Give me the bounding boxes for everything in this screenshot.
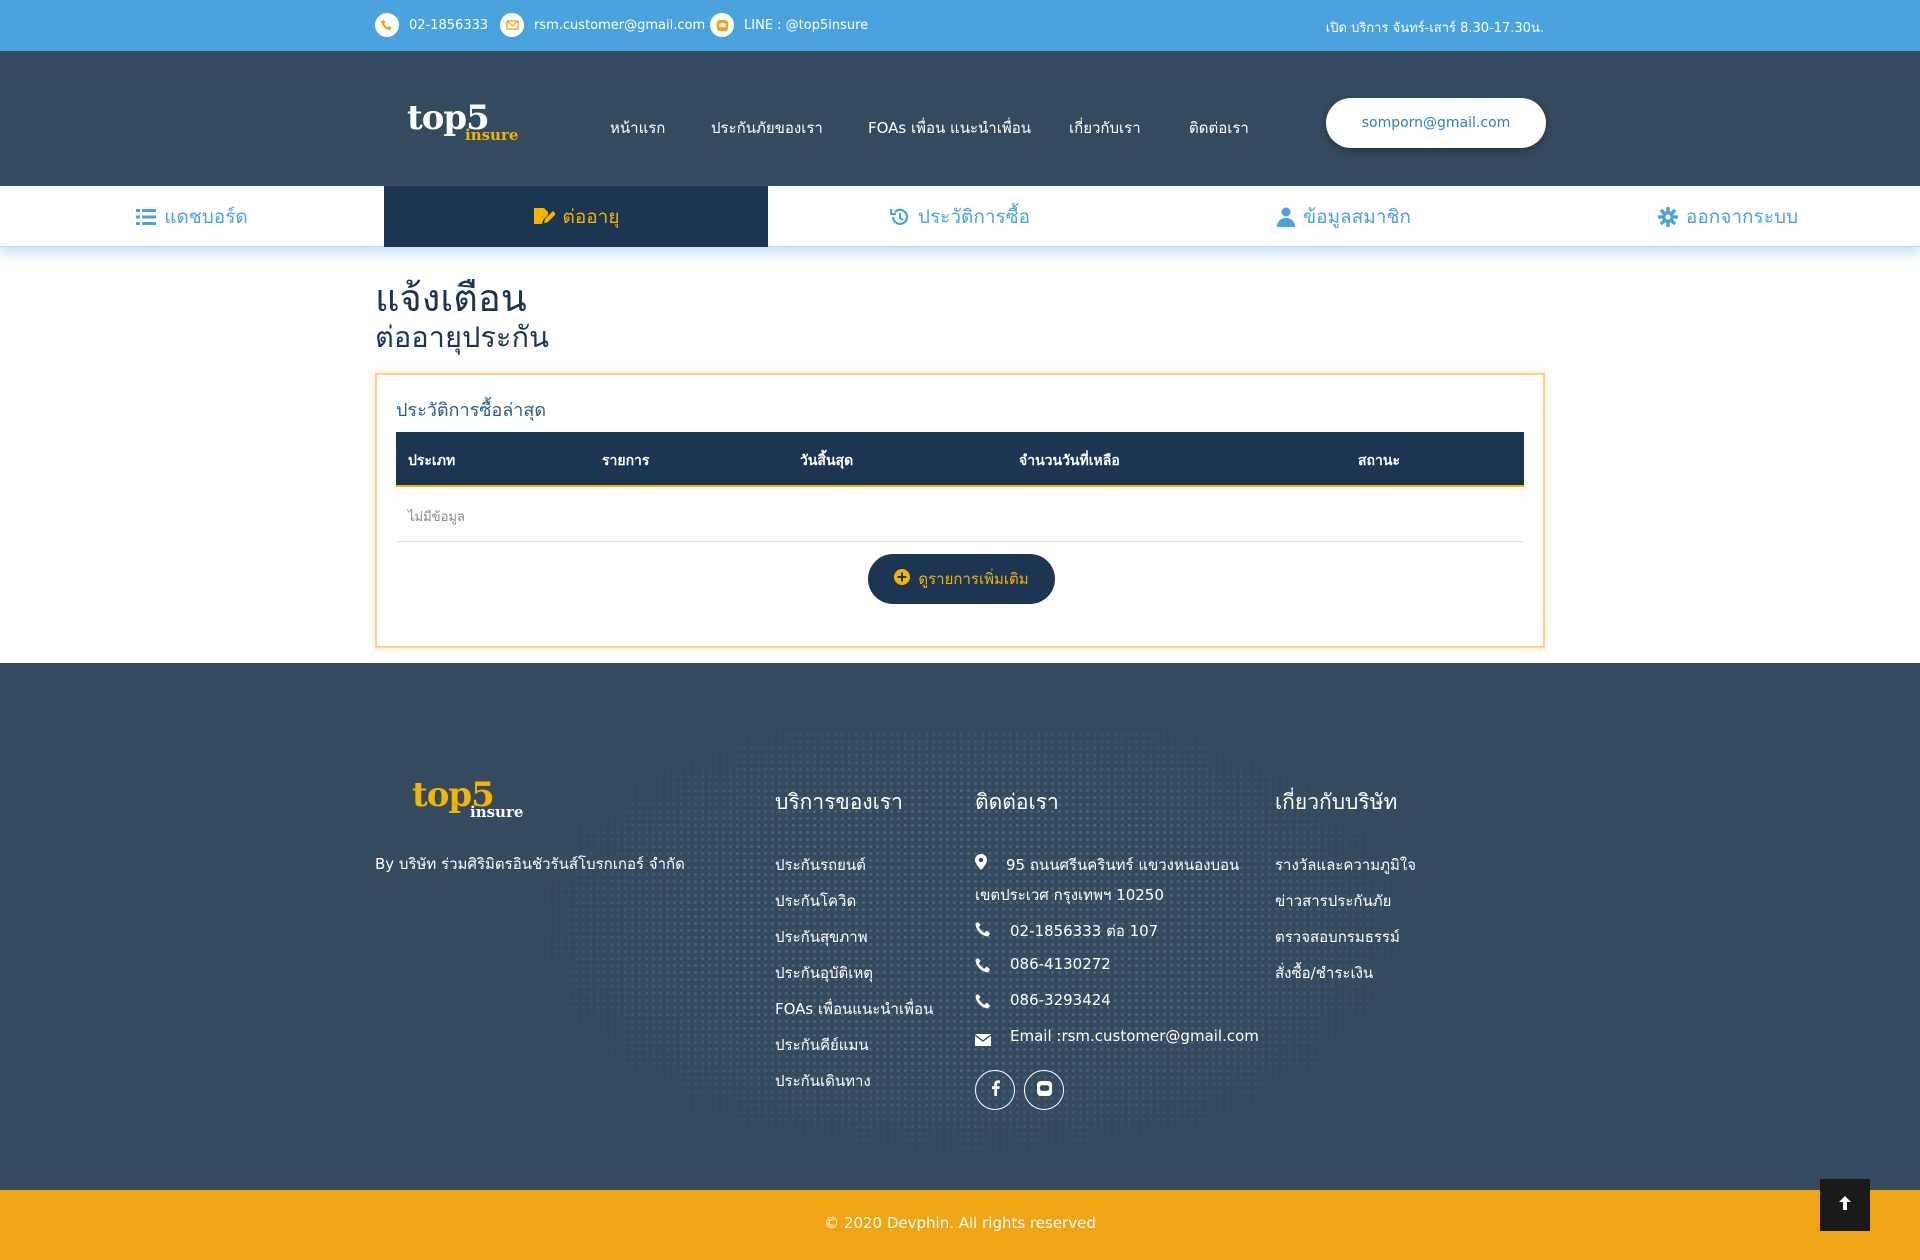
table-header: ประเภท รายการ วันสิ้นสุด จำนวนวันที่เหลื… <box>396 432 1524 487</box>
phone-icon <box>375 13 399 37</box>
table-row: ไม่มีข้อมูล <box>396 487 1524 542</box>
address-line-2: เขตประเวศ กรุงเทพฯ 10250 <box>975 886 1164 904</box>
phone-icon <box>975 922 990 941</box>
nav-home[interactable]: หน้าแรก <box>610 116 665 140</box>
service-link-health[interactable]: ประกันสุขภาพ <box>775 925 868 949</box>
page-subtitle: ต่ออายุประกัน <box>375 320 549 354</box>
user-icon <box>1277 207 1296 227</box>
about-title: เกี่ยวกับบริษัท <box>1275 790 1398 814</box>
facebook-button[interactable] <box>975 1070 1015 1110</box>
member-tabs: แดชบอร์ด ต่ออายุ ประวัติการซื้อ ข้อมูลสม… <box>0 186 1920 247</box>
line-icon <box>1036 1080 1052 1100</box>
map-pin-icon <box>975 854 987 874</box>
footer-logo[interactable]: top5 insure <box>412 778 542 828</box>
facebook-icon <box>991 1080 1000 1100</box>
services-title: บริการของเรา <box>775 790 903 814</box>
mail-icon <box>500 13 524 37</box>
empty-message: ไม่มีข้อมูล <box>408 510 465 525</box>
topbar-phone[interactable]: 02-1856333 <box>375 13 488 37</box>
tab-purchase-history[interactable]: ประวัติการซื้อ <box>768 186 1152 247</box>
main-header: top5 insure หน้าแรก ประกันภัยของเรา FOAs… <box>0 51 1920 186</box>
user-account-button[interactable]: somporn@gmail.com <box>1326 98 1546 148</box>
edit-icon <box>533 207 555 227</box>
service-link-car[interactable]: ประกันรถยนต์ <box>775 853 866 877</box>
site-logo[interactable]: top5 insure <box>407 101 537 151</box>
business-hours: เปิด บริการ จันทร์-เสาร์ 8.30-17.30น. <box>1325 21 1544 36</box>
copyright-bar: © 2020 Devphin. All rights reserved <box>0 1190 1920 1260</box>
card-title: ประวัติการซื้อล่าสุด <box>396 400 547 421</box>
about-link-awards[interactable]: รางวัลและความภูมิใจ <box>1275 853 1416 877</box>
nav-our-insurance[interactable]: ประกันภัยของเรา <box>711 116 823 140</box>
logo-bottom-text: insure <box>465 126 519 144</box>
contact-phone-2[interactable]: 086-4130272 <box>1010 955 1111 973</box>
tab-renew[interactable]: ต่ออายุ <box>384 186 768 247</box>
plus-circle-icon <box>894 569 911 589</box>
list-icon <box>136 208 157 226</box>
phone-icon <box>975 994 990 1013</box>
address-line-1: 95 ถนนศรีนครินทร์ แขวงหนองบอน <box>1006 856 1240 874</box>
column-status: สถานะ <box>1358 453 1400 469</box>
tab-member-info-label: ข้อมูลสมาชิก <box>1303 205 1411 228</box>
contact-title: ติดต่อเรา <box>975 790 1059 814</box>
column-type: ประเภท <box>408 453 456 469</box>
service-link-accident[interactable]: ประกันอุบัติเหตุ <box>775 961 873 985</box>
history-icon <box>889 207 910 227</box>
service-link-travel[interactable]: ประกันเดินทาง <box>775 1069 871 1093</box>
nav-contact[interactable]: ติดต่อเรา <box>1189 116 1249 140</box>
copyright-text: © 2020 Devphin. All rights reserved <box>824 1214 1096 1232</box>
view-more-button[interactable]: ดูรายการเพิ่มเติม <box>868 554 1055 604</box>
topbar-email-text: rsm.customer@gmail.com <box>534 17 706 33</box>
service-link-covid[interactable]: ประกันโควิด <box>775 889 856 913</box>
scroll-to-top-button[interactable] <box>1820 1179 1870 1231</box>
mail-icon <box>974 1031 992 1050</box>
topbar-line[interactable]: LINE : @top5insure <box>710 13 868 37</box>
renewal-card: ประวัติการซื้อล่าสุด ประเภท รายการ วันสิ… <box>375 373 1545 648</box>
topbar-line-text: LINE : @top5insure <box>744 17 869 33</box>
view-more-label: ดูรายการเพิ่มเติม <box>918 570 1029 588</box>
footer-logo-bottom-text: insure <box>470 803 524 821</box>
service-link-keyman[interactable]: ประกันคีย์แมน <box>775 1033 869 1057</box>
contact-phone-1[interactable]: 02-1856333 ต่อ 107 <box>1010 919 1158 943</box>
column-days-left: จำนวนวันที่เหลือ <box>1019 453 1120 469</box>
tab-logout-label: ออกจากระบบ <box>1685 205 1799 228</box>
tab-logout[interactable]: ออกจากระบบ <box>1536 186 1920 247</box>
arrow-up-icon <box>1838 1195 1852 1215</box>
top-info-bar: 02-1856333 rsm.customer@gmail.com LINE :… <box>0 0 1920 51</box>
column-end-date: วันสิ้นสุด <box>800 453 854 469</box>
company-name: By บริษัท ร่วมศิริมิตรอินชัวรันส์โบรกเกอ… <box>375 855 685 873</box>
contact-phone-3[interactable]: 086-3293424 <box>1010 991 1111 1009</box>
tab-dashboard-label: แดชบอร์ด <box>164 205 248 228</box>
tab-member-info[interactable]: ข้อมูลสมาชิก <box>1152 186 1536 247</box>
nav-foas[interactable]: FOAs เพื่อน แนะนำเพื่อน <box>868 116 1031 140</box>
gear-icon <box>1657 206 1678 227</box>
tab-renew-label: ต่ออายุ <box>562 205 620 228</box>
about-link-policy-check[interactable]: ตรวจสอบกรมธรรม์ <box>1275 925 1400 949</box>
column-item: รายการ <box>602 453 650 469</box>
contact-email[interactable]: Email :rsm.customer@gmail.com <box>1010 1027 1259 1045</box>
topbar-email[interactable]: rsm.customer@gmail.com <box>500 13 705 37</box>
about-link-news[interactable]: ข่าวสารประกันภัย <box>1275 889 1391 913</box>
about-link-order-payment[interactable]: สั่งซื้อ/ชำระเงิน <box>1275 961 1373 985</box>
phone-icon <box>975 958 990 977</box>
topbar-phone-text: 02-1856333 <box>409 17 489 33</box>
site-footer: top5 insure By บริษัท ร่วมศิริมิตรอินชัว… <box>0 663 1920 1190</box>
tab-purchase-history-label: ประวัติการซื้อ <box>917 205 1031 228</box>
nav-about[interactable]: เกี่ยวกับเรา <box>1069 116 1141 140</box>
tab-dashboard[interactable]: แดชบอร์ด <box>0 186 384 247</box>
service-link-foas[interactable]: FOAs เพื่อนแนะนำเพื่อน <box>775 997 933 1021</box>
line-icon <box>710 13 734 37</box>
line-button[interactable] <box>1024 1070 1064 1110</box>
